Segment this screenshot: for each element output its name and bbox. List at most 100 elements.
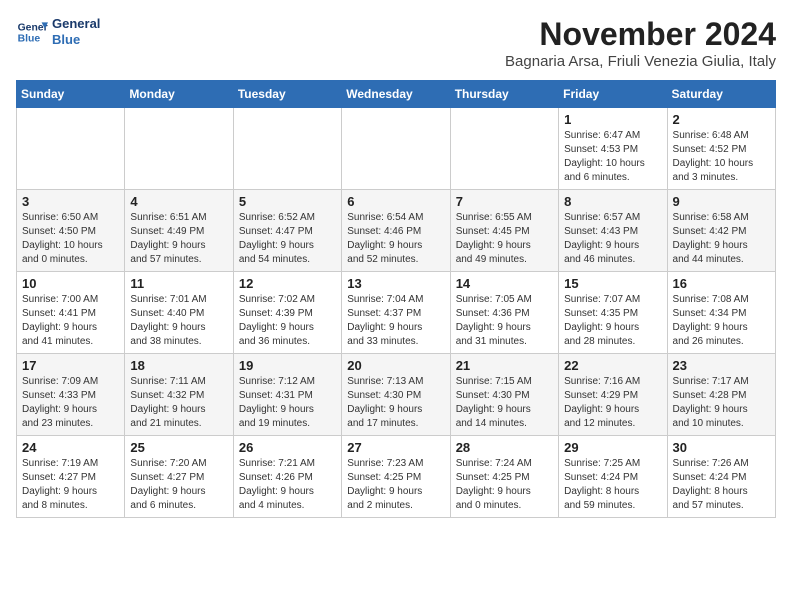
day-info: Sunrise: 6:55 AM Sunset: 4:45 PM Dayligh… [456,211,553,267]
day-number: 5 [239,194,336,209]
calendar-cell: 12 Sunrise: 7:02 AM Sunset: 4:39 PM Dayli… [233,272,341,354]
day-info: Sunrise: 7:09 AM Sunset: 4:33 PM Dayligh… [22,375,119,431]
day-number: 15 [564,276,661,291]
day-number: 22 [564,358,661,373]
day-number: 6 [347,194,444,209]
calendar-cell: 22 Sunrise: 7:16 AM Sunset: 4:29 PM Dayli… [559,354,667,436]
day-number: 21 [456,358,553,373]
day-number: 12 [239,276,336,291]
calendar-cell: 15 Sunrise: 7:07 AM Sunset: 4:35 PM Dayli… [559,272,667,354]
day-number: 16 [673,276,770,291]
calendar-cell: 30 Sunrise: 7:26 AM Sunset: 4:24 PM Dayli… [667,436,775,518]
day-info: Sunrise: 7:04 AM Sunset: 4:37 PM Dayligh… [347,293,444,349]
calendar-cell: 14 Sunrise: 7:05 AM Sunset: 4:36 PM Dayli… [450,272,558,354]
calendar-cell: 7 Sunrise: 6:55 AM Sunset: 4:45 PM Daylig… [450,190,558,272]
day-info: Sunrise: 6:54 AM Sunset: 4:46 PM Dayligh… [347,211,444,267]
day-number: 3 [22,194,119,209]
day-of-week-header: Wednesday [342,81,450,108]
day-info: Sunrise: 7:13 AM Sunset: 4:30 PM Dayligh… [347,375,444,431]
calendar-week-row: 3Sunrise: 6:50 AM Sunset: 4:50 PM Daylig… [17,190,776,272]
day-info: Sunrise: 6:51 AM Sunset: 4:49 PM Dayligh… [130,211,227,267]
calendar-cell: 3Sunrise: 6:50 AM Sunset: 4:50 PM Daylig… [17,190,125,272]
svg-text:Blue: Blue [18,34,41,45]
calendar-week-row: 17 Sunrise: 7:09 AM Sunset: 4:33 PM Dayli… [17,354,776,436]
title-area: November 2024 Bagnaria Arsa, Friuli Vene… [505,16,776,70]
day-number: 28 [456,440,553,455]
calendar-cell: 28 Sunrise: 7:24 AM Sunset: 4:25 PM Dayli… [450,436,558,518]
day-info: Sunrise: 7:23 AM Sunset: 4:25 PM Dayligh… [347,457,444,513]
logo-icon: General Blue [16,16,48,48]
calendar-cell: 16 Sunrise: 7:08 AM Sunset: 4:34 PM Dayli… [667,272,775,354]
day-number: 1 [564,112,661,127]
day-number: 26 [239,440,336,455]
day-info: Sunrise: 6:48 AM Sunset: 4:52 PM Dayligh… [673,129,770,185]
day-number: 4 [130,194,227,209]
calendar-cell [233,108,341,190]
calendar-cell [450,108,558,190]
calendar-cell: 23Sunrise: 7:17 AM Sunset: 4:28 PM Dayli… [667,354,775,436]
day-number: 17 [22,358,119,373]
day-info: Sunrise: 7:16 AM Sunset: 4:29 PM Dayligh… [564,375,661,431]
calendar-cell: 20 Sunrise: 7:13 AM Sunset: 4:30 PM Dayli… [342,354,450,436]
calendar-cell: 27 Sunrise: 7:23 AM Sunset: 4:25 PM Dayli… [342,436,450,518]
day-info: Sunrise: 7:12 AM Sunset: 4:31 PM Dayligh… [239,375,336,431]
calendar-table: SundayMondayTuesdayWednesdayThursdayFrid… [16,80,776,518]
page-header: General Blue General Blue November 2024 … [16,16,776,70]
day-info: Sunrise: 6:57 AM Sunset: 4:43 PM Dayligh… [564,211,661,267]
day-number: 19 [239,358,336,373]
day-number: 13 [347,276,444,291]
day-info: Sunrise: 6:52 AM Sunset: 4:47 PM Dayligh… [239,211,336,267]
day-info: Sunrise: 7:08 AM Sunset: 4:34 PM Dayligh… [673,293,770,349]
day-of-week-header: Monday [125,81,233,108]
day-number: 24 [22,440,119,455]
day-number: 2 [673,112,770,127]
day-number: 14 [456,276,553,291]
calendar-cell: 10 Sunrise: 7:00 AM Sunset: 4:41 PM Dayli… [17,272,125,354]
day-number: 7 [456,194,553,209]
calendar-cell: 13 Sunrise: 7:04 AM Sunset: 4:37 PM Dayli… [342,272,450,354]
calendar-cell [342,108,450,190]
day-number: 25 [130,440,227,455]
day-info: Sunrise: 7:25 AM Sunset: 4:24 PM Dayligh… [564,457,661,513]
day-info: Sunrise: 7:15 AM Sunset: 4:30 PM Dayligh… [456,375,553,431]
day-number: 11 [130,276,227,291]
calendar-cell: 6 Sunrise: 6:54 AM Sunset: 4:46 PM Daylig… [342,190,450,272]
day-info: Sunrise: 7:02 AM Sunset: 4:39 PM Dayligh… [239,293,336,349]
day-info: Sunrise: 7:07 AM Sunset: 4:35 PM Dayligh… [564,293,661,349]
calendar-cell: 2 Sunrise: 6:48 AM Sunset: 4:52 PM Daylig… [667,108,775,190]
calendar-cell [17,108,125,190]
day-of-week-header: Sunday [17,81,125,108]
day-info: Sunrise: 7:20 AM Sunset: 4:27 PM Dayligh… [130,457,227,513]
day-number: 8 [564,194,661,209]
day-of-week-header: Saturday [667,81,775,108]
day-info: Sunrise: 7:01 AM Sunset: 4:40 PM Dayligh… [130,293,227,349]
day-number: 10 [22,276,119,291]
calendar-week-row: 24Sunrise: 7:19 AM Sunset: 4:27 PM Dayli… [17,436,776,518]
day-number: 18 [130,358,227,373]
day-info: Sunrise: 7:00 AM Sunset: 4:41 PM Dayligh… [22,293,119,349]
calendar-week-row: 10 Sunrise: 7:00 AM Sunset: 4:41 PM Dayli… [17,272,776,354]
day-of-week-header: Friday [559,81,667,108]
day-info: Sunrise: 6:47 AM Sunset: 4:53 PM Dayligh… [564,129,661,185]
calendar-cell: 21 Sunrise: 7:15 AM Sunset: 4:30 PM Dayli… [450,354,558,436]
calendar-cell: 4 Sunrise: 6:51 AM Sunset: 4:49 PM Daylig… [125,190,233,272]
day-number: 20 [347,358,444,373]
day-number: 29 [564,440,661,455]
calendar-title: November 2024 [505,16,776,53]
day-info: Sunrise: 7:05 AM Sunset: 4:36 PM Dayligh… [456,293,553,349]
day-info: Sunrise: 7:21 AM Sunset: 4:26 PM Dayligh… [239,457,336,513]
day-info: Sunrise: 7:17 AM Sunset: 4:28 PM Dayligh… [673,375,770,431]
day-info: Sunrise: 7:26 AM Sunset: 4:24 PM Dayligh… [673,457,770,513]
calendar-cell: 24Sunrise: 7:19 AM Sunset: 4:27 PM Dayli… [17,436,125,518]
day-number: 30 [673,440,770,455]
day-of-week-header: Thursday [450,81,558,108]
calendar-week-row: 1 Sunrise: 6:47 AM Sunset: 4:53 PM Daylig… [17,108,776,190]
day-number: 9 [673,194,770,209]
day-info: Sunrise: 7:24 AM Sunset: 4:25 PM Dayligh… [456,457,553,513]
calendar-cell: 29 Sunrise: 7:25 AM Sunset: 4:24 PM Dayli… [559,436,667,518]
day-of-week-header: Tuesday [233,81,341,108]
calendar-cell: 26 Sunrise: 7:21 AM Sunset: 4:26 PM Dayli… [233,436,341,518]
calendar-header-row: SundayMondayTuesdayWednesdayThursdayFrid… [17,81,776,108]
day-number: 27 [347,440,444,455]
day-info: Sunrise: 7:11 AM Sunset: 4:32 PM Dayligh… [130,375,227,431]
